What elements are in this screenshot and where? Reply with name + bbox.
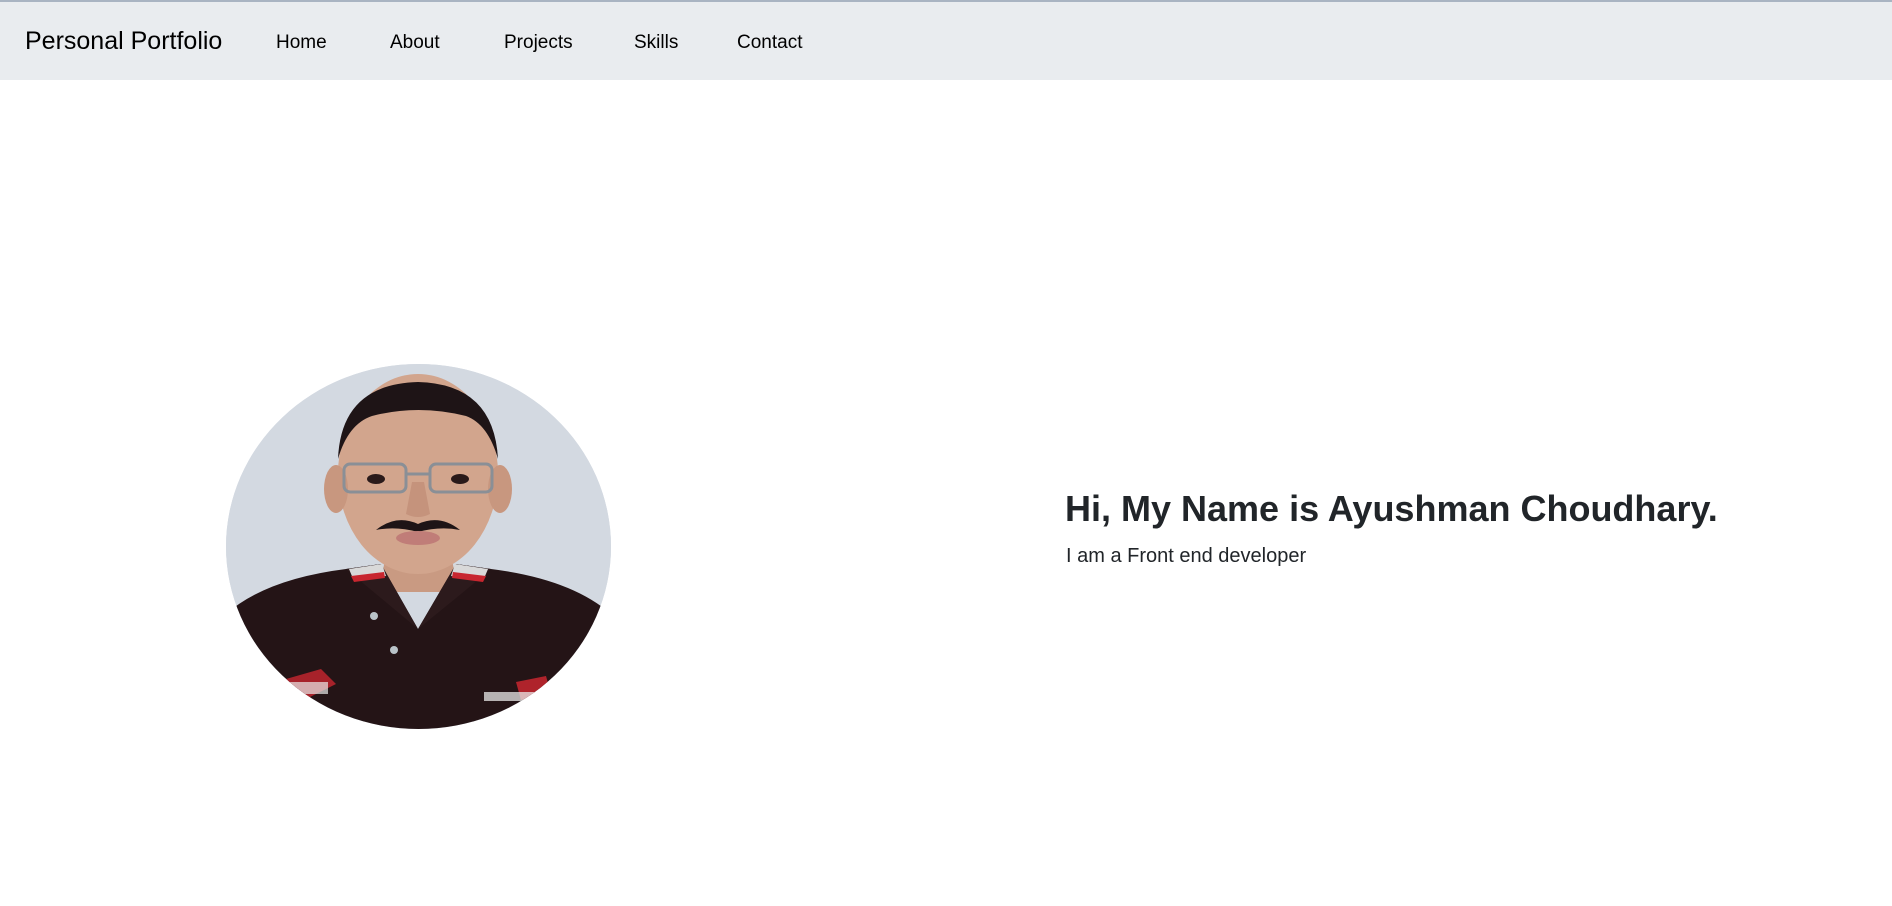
navbar: Personal Portfolio Home About Projects S… <box>0 0 1892 80</box>
nav-link-contact[interactable]: Contact <box>737 30 802 56</box>
brand-link[interactable]: Personal Portfolio <box>25 24 222 58</box>
profile-photo <box>226 364 611 729</box>
nav-link-skills[interactable]: Skills <box>634 30 678 56</box>
nav-link-about[interactable]: About <box>390 30 440 56</box>
nav-link-home[interactable]: Home <box>276 30 327 56</box>
intro-heading: Hi, My Name is Ayushman Choudhary. <box>1065 488 1718 529</box>
intro-subtitle: I am a Front end developer <box>1066 545 1307 567</box>
nav-link-projects[interactable]: Projects <box>504 30 573 56</box>
